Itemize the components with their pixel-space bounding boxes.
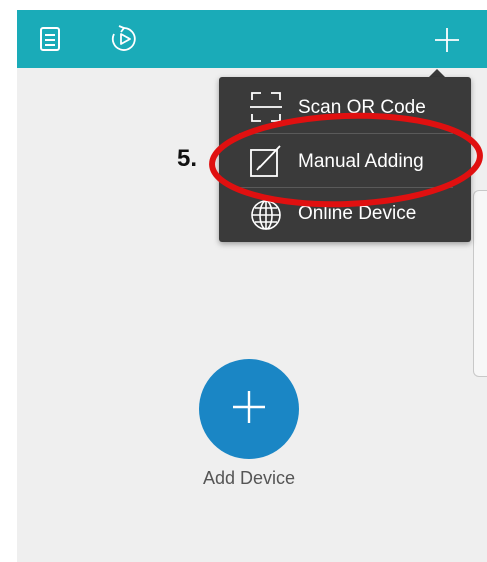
add-device-button[interactable] [199, 359, 299, 459]
menu-item-label: Manual Adding [298, 151, 424, 172]
side-panel-edge [473, 190, 487, 377]
app-screen: Scan QR Code Manual Adding Online Device… [17, 10, 487, 562]
add-dropdown-menu: Scan QR Code Manual Adding Online Device [219, 77, 471, 242]
replay-icon[interactable] [107, 22, 141, 56]
plus-icon[interactable] [427, 22, 467, 58]
plus-icon [229, 387, 269, 432]
add-device-label: Add Device [202, 468, 296, 488]
menu-item-manual-adding[interactable]: Manual Adding [219, 133, 471, 187]
top-bar [17, 10, 487, 68]
edit-icon [249, 144, 283, 178]
scan-qr-icon [249, 90, 283, 124]
list-icon[interactable] [35, 24, 65, 54]
globe-icon [249, 198, 283, 232]
menu-item-scan-qr-code[interactable]: Scan QR Code [219, 79, 471, 133]
dropdown-caret [429, 69, 445, 77]
menu-item-label: Online Device [298, 203, 417, 224]
menu-item-online-device[interactable]: Online Device [219, 187, 471, 241]
menu-item-label: Scan QR Code [298, 97, 426, 118]
step-number-annotation: 5. [177, 145, 198, 172]
